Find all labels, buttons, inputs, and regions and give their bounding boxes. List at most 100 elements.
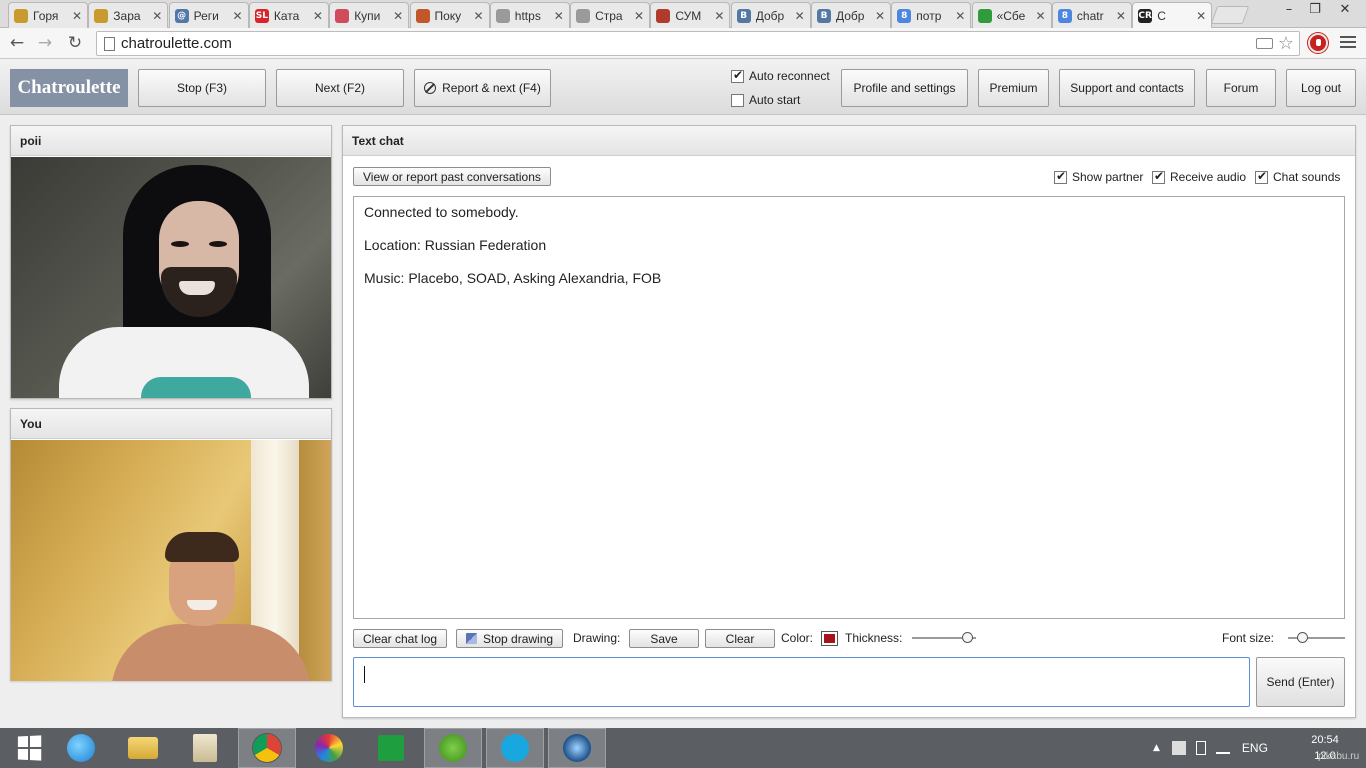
auto-reconnect-option[interactable]: Auto reconnect bbox=[731, 68, 830, 83]
tab-title: потр bbox=[916, 8, 942, 23]
browser-tab[interactable]: @ Реги ✕ bbox=[168, 2, 249, 28]
receive-audio-option[interactable]: Receive audio bbox=[1152, 169, 1246, 184]
logout-button[interactable]: Log out bbox=[1286, 69, 1356, 107]
message-input[interactable] bbox=[353, 657, 1250, 707]
taskbar-media-app[interactable] bbox=[548, 728, 606, 768]
tab-close-icon[interactable]: ✕ bbox=[554, 9, 564, 23]
tab-close-icon[interactable]: ✕ bbox=[875, 9, 885, 23]
network-status-icon[interactable] bbox=[1171, 741, 1186, 755]
profile-settings-button[interactable]: Profile and settings bbox=[841, 69, 968, 107]
tab-close-icon[interactable]: ✕ bbox=[1036, 9, 1046, 23]
browser-tab[interactable]: Поку ✕ bbox=[409, 2, 490, 28]
auto-start-checkbox[interactable] bbox=[731, 93, 744, 107]
taskbar-store[interactable] bbox=[362, 728, 420, 768]
stop-drawing-button[interactable]: Stop drawing bbox=[456, 629, 564, 648]
tab-close-icon[interactable]: ✕ bbox=[393, 9, 403, 23]
browser-tab[interactable]: Зара ✕ bbox=[88, 2, 169, 28]
clear-chat-log-button[interactable]: Clear chat log bbox=[353, 629, 448, 648]
chat-sounds-option[interactable]: Chat sounds bbox=[1255, 169, 1340, 184]
tab-close-icon[interactable]: ✕ bbox=[1116, 9, 1126, 23]
chatroulette-logo[interactable]: Chatroulette bbox=[10, 69, 128, 107]
taskbar-picasa[interactable] bbox=[300, 728, 358, 768]
tray-expand-icon[interactable]: ▲ bbox=[1153, 743, 1160, 753]
new-tab-button[interactable] bbox=[1210, 6, 1250, 24]
browser-tab[interactable]: СУМ ✕ bbox=[650, 2, 731, 28]
font-size-slider-thumb[interactable] bbox=[1297, 632, 1308, 643]
back-arrow-icon[interactable]: ← bbox=[6, 32, 28, 54]
reload-icon[interactable]: ↻ bbox=[64, 32, 86, 54]
past-conversations-button[interactable]: View or report past conversations bbox=[353, 167, 551, 186]
address-bar[interactable]: chatroulette.com ☆ bbox=[96, 31, 1300, 56]
system-tray: ▲ ENG bbox=[1153, 728, 1268, 768]
font-size-slider[interactable] bbox=[1288, 630, 1345, 646]
thickness-slider-thumb[interactable] bbox=[962, 632, 973, 643]
chat-message: Music: Placebo, SOAD, Asking Alexandria,… bbox=[364, 270, 662, 286]
tab-close-icon[interactable]: ✕ bbox=[152, 9, 162, 23]
utorrent-icon bbox=[439, 734, 467, 762]
taskbar-chrome[interactable] bbox=[238, 728, 296, 768]
taskbar-file-explorer[interactable] bbox=[114, 728, 172, 768]
close-window-icon[interactable]: ✕ bbox=[1332, 2, 1358, 17]
taskbar-internet-explorer[interactable] bbox=[52, 728, 110, 768]
tab-favicon-icon: CR bbox=[1138, 9, 1153, 23]
browser-tab[interactable]: 8 chatr ✕ bbox=[1051, 2, 1132, 28]
browser-tab[interactable]: «Сбе ✕ bbox=[971, 2, 1052, 28]
next-button[interactable]: Next (F2) bbox=[276, 69, 404, 107]
tab-close-icon[interactable]: ✕ bbox=[714, 9, 724, 23]
browser-tab[interactable]: B Добр ✕ bbox=[730, 2, 811, 28]
tab-close-icon[interactable]: ✕ bbox=[233, 9, 243, 23]
premium-button[interactable]: Premium bbox=[978, 69, 1049, 107]
volume-icon[interactable] bbox=[1215, 742, 1230, 754]
tab-close-icon[interactable]: ✕ bbox=[313, 9, 323, 23]
minimize-icon[interactable]: – bbox=[1276, 2, 1302, 17]
color-picker[interactable] bbox=[821, 631, 838, 646]
chat-log[interactable]: Connected to somebody. Location: Russian… bbox=[353, 196, 1345, 619]
camera-icon[interactable] bbox=[1256, 38, 1273, 49]
send-button[interactable]: Send (Enter) bbox=[1256, 657, 1345, 707]
receive-audio-checkbox[interactable] bbox=[1152, 169, 1165, 184]
tab-title: Купи bbox=[354, 8, 381, 23]
restore-icon[interactable]: ❐ bbox=[1302, 2, 1328, 17]
tab-favicon-icon bbox=[495, 8, 510, 23]
thickness-slider[interactable] bbox=[912, 630, 976, 646]
tab-favicon-icon: 8 bbox=[1057, 8, 1072, 23]
browser-tab[interactable]: Купи ✕ bbox=[329, 2, 410, 28]
auto-reconnect-checkbox[interactable] bbox=[731, 68, 744, 83]
forward-arrow-icon[interactable]: → bbox=[34, 32, 56, 54]
text-caret bbox=[364, 666, 365, 683]
browser-tab[interactable]: B Добр ✕ bbox=[811, 2, 891, 28]
adblock-extension-icon[interactable] bbox=[1308, 33, 1328, 53]
browser-menu-icon[interactable] bbox=[1340, 36, 1356, 50]
browser-tab[interactable]: CR С ✕ bbox=[1132, 2, 1213, 29]
chat-sounds-checkbox[interactable] bbox=[1255, 169, 1268, 184]
support-contacts-button[interactable]: Support and contacts bbox=[1059, 69, 1195, 107]
forum-button[interactable]: Forum bbox=[1206, 69, 1276, 107]
language-indicator[interactable]: ENG bbox=[1242, 741, 1268, 755]
tab-close-icon[interactable]: ✕ bbox=[795, 9, 805, 23]
bookmark-star-icon[interactable]: ☆ bbox=[1278, 33, 1294, 54]
taskbar-skype[interactable] bbox=[486, 728, 544, 768]
tab-close-icon[interactable]: ✕ bbox=[1196, 9, 1206, 23]
start-button[interactable] bbox=[0, 728, 58, 768]
show-partner-option[interactable]: Show partner bbox=[1054, 169, 1143, 184]
taskbar-utorrent[interactable] bbox=[424, 728, 482, 768]
browser-tab[interactable]: Стра ✕ bbox=[570, 2, 651, 28]
browser-tab[interactable]: https ✕ bbox=[489, 2, 570, 28]
browser-tab[interactable]: 8 потр ✕ bbox=[891, 2, 972, 28]
tab-close-icon[interactable]: ✕ bbox=[473, 9, 483, 23]
taskbar-notepad[interactable] bbox=[176, 728, 234, 768]
report-next-button[interactable]: Report & next (F4) bbox=[414, 69, 551, 107]
browser-tab[interactable]: SL Ката ✕ bbox=[248, 2, 329, 28]
url-text[interactable]: chatroulette.com bbox=[121, 35, 232, 52]
show-partner-checkbox[interactable] bbox=[1054, 169, 1067, 184]
stop-button[interactable]: Stop (F3) bbox=[138, 69, 266, 107]
auto-start-option[interactable]: Auto start bbox=[731, 93, 800, 107]
clear-drawing-button[interactable]: Clear bbox=[705, 629, 775, 648]
save-drawing-button[interactable]: Save bbox=[629, 629, 699, 648]
browser-tab[interactable]: Горя ✕ bbox=[8, 2, 88, 28]
tab-favicon-icon: 8 bbox=[897, 8, 912, 23]
tab-close-icon[interactable]: ✕ bbox=[955, 9, 965, 23]
tab-close-icon[interactable]: ✕ bbox=[72, 9, 82, 23]
tab-close-icon[interactable]: ✕ bbox=[634, 9, 644, 23]
battery-icon[interactable] bbox=[1195, 741, 1206, 755]
